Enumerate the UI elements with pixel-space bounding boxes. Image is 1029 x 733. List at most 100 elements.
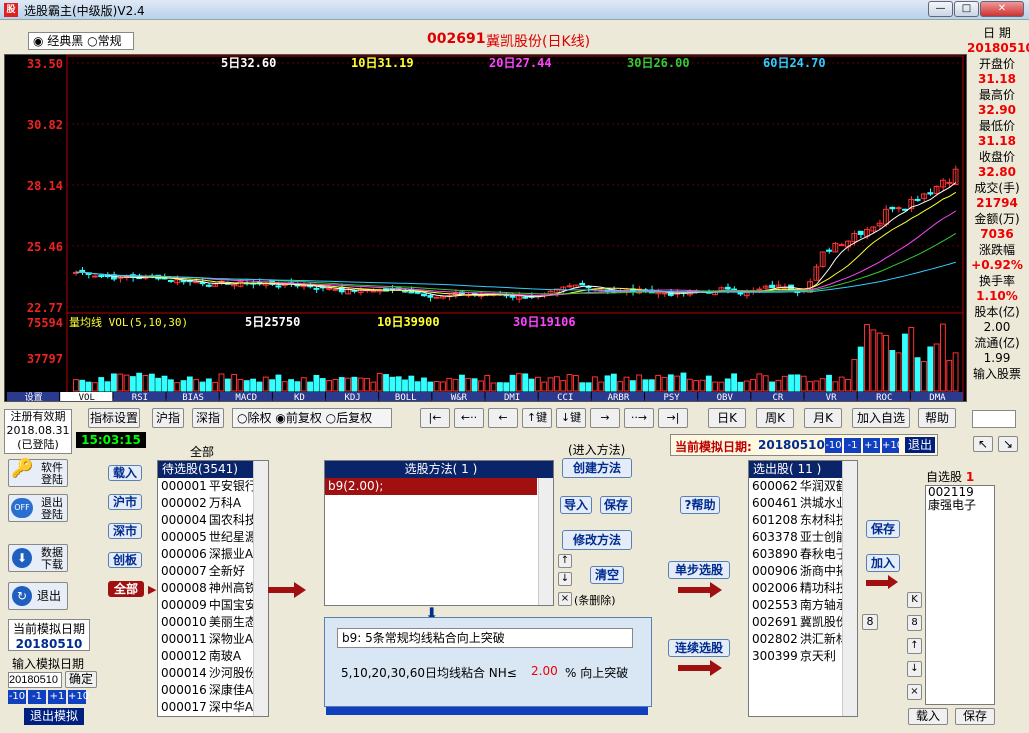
nav-up-left-button[interactable]: ↖ xyxy=(973,436,993,452)
load-button[interactable]: 载入 xyxy=(108,465,142,481)
kline-chart[interactable]: 33.50 30.82 28.14 25.46 22.7775594 37797 5日32.… xyxy=(5,55,966,403)
sim-step-button[interactable]: +1 xyxy=(863,438,880,453)
method-list[interactable]: 选股方法( 1 ) b9(2.00); xyxy=(324,460,554,606)
modify-method-button[interactable]: 修改方法 xyxy=(562,530,632,550)
sz-market-button[interactable]: 深市 xyxy=(108,523,142,539)
result-row[interactable]: 300399 京天利 xyxy=(749,648,857,665)
count-button[interactable]: 8 xyxy=(862,614,878,630)
import-button[interactable]: 导入 xyxy=(560,496,592,514)
soft-login-button[interactable]: 🔑 软件登陆 xyxy=(8,459,68,487)
nav-button[interactable]: ↑键 xyxy=(522,408,552,428)
left-sim-step-button[interactable]: -1 xyxy=(28,690,46,704)
help-button[interactable]: 帮助 xyxy=(918,408,956,428)
fav-load-button[interactable]: 载入 xyxy=(908,708,948,725)
left-sim-step-button[interactable]: +10 xyxy=(68,690,89,704)
delete-button[interactable]: × xyxy=(558,592,572,606)
result-list[interactable]: 选出股( 11 ) 600062 华润双鹤 600461 洪城水业 601208 东材科技… xyxy=(748,460,858,717)
pool-list[interactable]: 待选股(3541) 000001 平安银行 000002 万科A 000004 国农科技 0… xyxy=(157,460,269,717)
pool-row[interactable]: 000007 全新好 xyxy=(158,563,268,580)
pool-row[interactable]: 000001 平安银行 xyxy=(158,478,268,495)
radio-normal[interactable]: ○常规 xyxy=(87,34,122,48)
sim-date-input[interactable] xyxy=(8,672,62,688)
fav-side-button[interactable]: × xyxy=(907,684,922,700)
pool-scrollbar[interactable] xyxy=(253,461,268,716)
nav-button[interactable]: → xyxy=(590,408,620,428)
stock-input[interactable] xyxy=(972,410,1016,428)
exit-sim-button[interactable]: 退出模拟 xyxy=(24,708,84,725)
result-row[interactable]: 000906 浙商中拓 xyxy=(749,563,857,580)
fav-save2-button[interactable]: 保存 xyxy=(955,708,995,725)
minimize-button[interactable]: — xyxy=(928,1,953,17)
radio-rights-pre[interactable]: ◉前复权 xyxy=(275,411,322,425)
fav-name[interactable]: 康强电子 xyxy=(926,499,994,512)
fav-side-button[interactable]: 8 xyxy=(907,615,922,631)
fav-add-button[interactable]: 加入 xyxy=(866,554,900,572)
maximize-button[interactable]: □ xyxy=(954,1,979,17)
pool-row[interactable]: 000002 万科A xyxy=(158,495,268,512)
pool-row[interactable]: 000016 深康佳A xyxy=(158,682,268,699)
radio-rights-post[interactable]: ○后复权 xyxy=(326,411,373,425)
nav-button[interactable]: ←·· xyxy=(454,408,484,428)
fav-side-button[interactable]: ↑ xyxy=(907,638,922,654)
sh-market-button[interactable]: 沪市 xyxy=(108,494,142,510)
nav-button[interactable]: |← xyxy=(420,408,450,428)
exit-login-button[interactable]: OFF 退出登陆 xyxy=(8,494,68,522)
favorites-list[interactable]: 002119 康强电子 xyxy=(925,485,995,705)
move-down-button[interactable]: ↓ xyxy=(558,572,572,586)
left-sim-step-button[interactable]: -10 xyxy=(8,690,26,704)
nav-button[interactable]: →| xyxy=(658,408,688,428)
pool-row[interactable]: 000006 深振业A xyxy=(158,546,268,563)
result-row[interactable]: 601208 东材科技 xyxy=(749,512,857,529)
pool-row[interactable]: 000017 深中华A xyxy=(158,699,268,716)
radio-classic[interactable]: ◉ 经典黑 xyxy=(33,34,83,48)
method-scrollbar[interactable] xyxy=(538,478,553,605)
day-k-button[interactable]: 日K xyxy=(708,408,746,428)
result-row[interactable]: 002691 冀凯股份 xyxy=(749,614,857,631)
close-button[interactable]: ✕ xyxy=(980,1,1024,17)
desc-value[interactable]: 2.00 xyxy=(531,664,558,678)
result-row[interactable]: 603890 春秋电子 xyxy=(749,546,857,563)
pool-row[interactable]: 000014 沙河股份 xyxy=(158,665,268,682)
result-row[interactable]: 002553 南方轴承 xyxy=(749,597,857,614)
gem-market-button[interactable]: 创板 xyxy=(108,552,142,568)
add-favorite-button[interactable]: 加入自选 xyxy=(852,408,910,428)
fav-save-button[interactable]: 保存 xyxy=(866,520,900,538)
pool-row[interactable]: 000005 世纪星源 xyxy=(158,529,268,546)
result-scrollbar[interactable] xyxy=(842,461,857,716)
sh-index-button[interactable]: 沪指 xyxy=(152,408,184,428)
radio-rights-none[interactable]: ○除权 xyxy=(237,411,272,425)
help-action-button[interactable]: ?帮助 xyxy=(680,496,720,514)
result-row[interactable]: 600062 华润双鹤 xyxy=(749,478,857,495)
clear-button[interactable]: 清空 xyxy=(590,566,624,584)
nav-button[interactable]: ↓键 xyxy=(556,408,586,428)
nav-button[interactable]: ← xyxy=(488,408,518,428)
result-row[interactable]: 002006 精功科技 xyxy=(749,580,857,597)
fav-side-button[interactable]: K xyxy=(907,592,922,608)
pool-row[interactable]: 000011 深物业A xyxy=(158,631,268,648)
method-item[interactable]: b9(2.00); xyxy=(325,478,537,495)
pool-row[interactable]: 000004 国农科技 xyxy=(158,512,268,529)
week-k-button[interactable]: 周K xyxy=(756,408,794,428)
nav-down-right-button[interactable]: ↘ xyxy=(998,436,1018,452)
left-sim-step-button[interactable]: +1 xyxy=(48,690,66,704)
pool-row[interactable]: 000009 中国宝安 xyxy=(158,597,268,614)
pool-row[interactable]: 000008 神州高铁 xyxy=(158,580,268,597)
sim-step-button[interactable]: -1 xyxy=(844,438,861,453)
sim-exit-button[interactable]: 退出 xyxy=(905,437,935,453)
sim-step-button[interactable]: +10 xyxy=(882,438,903,453)
pool-row[interactable]: 000010 美丽生态 xyxy=(158,614,268,631)
result-row[interactable]: 600461 洪城水业 xyxy=(749,495,857,512)
step-select-button[interactable]: 单步选股 xyxy=(668,561,730,579)
exit-button[interactable]: ↻ 退出 xyxy=(8,582,68,610)
sz-index-button[interactable]: 深指 xyxy=(192,408,224,428)
data-download-button[interactable]: ⬇ 数据下载 xyxy=(8,544,68,572)
indicator-settings-button[interactable]: 指标设置 xyxy=(88,408,140,428)
save-method-button[interactable]: 保存 xyxy=(600,496,632,514)
month-k-button[interactable]: 月K xyxy=(804,408,842,428)
chart-area[interactable]: 33.50 30.82 28.14 25.46 22.77 75594 37797 5日32.… xyxy=(4,54,967,403)
pool-row[interactable]: 000012 南玻A xyxy=(158,648,268,665)
fav-side-button[interactable]: ↓ xyxy=(907,661,922,677)
result-row[interactable]: 002802 洪汇新材 xyxy=(749,631,857,648)
nav-button[interactable]: ··→ xyxy=(624,408,654,428)
continuous-select-button[interactable]: 连续选股 xyxy=(668,639,730,657)
